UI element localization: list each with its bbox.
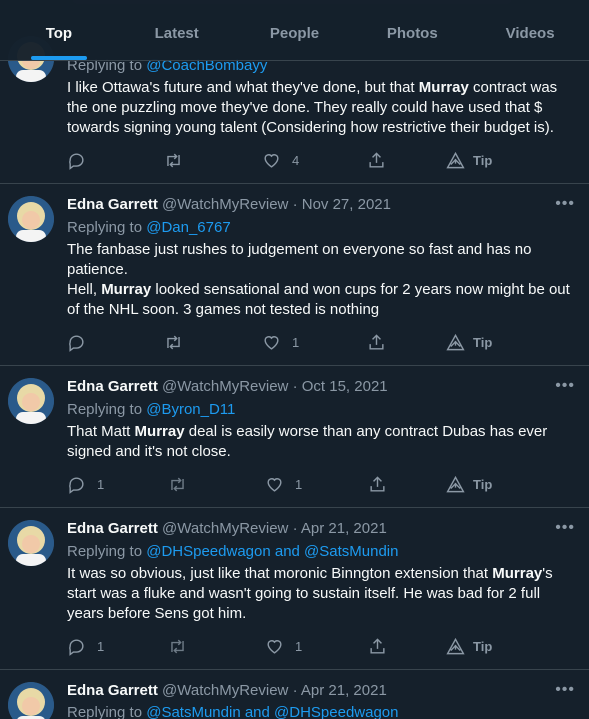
more-options-icon[interactable]: ••• — [555, 376, 575, 396]
tip-button[interactable]: Tip — [446, 474, 492, 494]
mention-link[interactable]: @Dan_6767 — [146, 219, 230, 236]
heart-icon — [264, 335, 279, 350]
tip-button[interactable]: Tip — [446, 636, 492, 656]
tab-people[interactable]: People — [236, 0, 354, 60]
author-name[interactable]: Edna Garrett — [67, 682, 158, 699]
heart-icon — [264, 153, 279, 168]
tweet-actions: 1 Tip — [67, 332, 507, 352]
tweet-actions: 4 Tip — [67, 150, 507, 170]
share-icon — [370, 475, 385, 492]
retweet-icon — [167, 335, 180, 349]
tweet-actions: 1 1 Tip — [67, 474, 507, 494]
tweet-header: Edna Garrett @WatchMyReview · Oct 15, 20… — [67, 378, 388, 395]
author-name[interactable]: Edna Garrett — [67, 520, 158, 537]
share-button[interactable] — [367, 150, 386, 170]
tweet-date[interactable]: Apr 21, 2021 — [301, 520, 387, 537]
tab-videos[interactable]: Videos — [471, 0, 589, 60]
replying-to: Replying to @Dan_6767 — [67, 219, 231, 236]
share-button[interactable] — [367, 332, 386, 352]
tweet[interactable]: Edna Garrett @WatchMyReview · Nov 27, 20… — [0, 184, 589, 366]
retweet-button[interactable] — [164, 150, 183, 170]
tweet-header: Edna Garrett @WatchMyReview · Nov 27, 20… — [67, 196, 391, 213]
tweet-date[interactable]: Apr 21, 2021 — [301, 682, 387, 699]
avatar[interactable] — [8, 378, 54, 424]
tip-button[interactable]: Tip — [446, 332, 492, 352]
author-handle[interactable]: @WatchMyReview — [162, 682, 288, 699]
like-button[interactable]: 1 — [265, 474, 302, 494]
like-button[interactable]: 1 — [262, 332, 299, 352]
share-icon — [369, 151, 384, 168]
author-handle[interactable]: @WatchMyReview — [162, 520, 288, 537]
tweet-header: Edna Garrett @WatchMyReview · Apr 21, 20… — [67, 520, 387, 537]
active-tab-indicator — [30, 56, 87, 60]
avatar[interactable] — [8, 520, 54, 566]
retweet-button[interactable] — [164, 332, 183, 352]
tip-icon — [446, 637, 465, 654]
tweet-text: It was so obvious, just like that moroni… — [67, 565, 553, 622]
tab-latest[interactable]: Latest — [118, 0, 236, 60]
more-options-icon[interactable]: ••• — [555, 518, 575, 538]
share-icon — [370, 637, 385, 654]
retweet-button[interactable] — [168, 474, 187, 494]
reply-button[interactable] — [67, 332, 97, 352]
mention-link[interactable]: @DHSpeedwagon and @SatsMundin — [146, 543, 398, 560]
reply-icon — [69, 638, 84, 656]
tab-top[interactable]: Top — [0, 0, 118, 60]
reply-button[interactable] — [67, 150, 97, 170]
heart-icon — [267, 639, 282, 654]
tip-button[interactable]: Tip — [446, 150, 492, 170]
reply-icon — [69, 476, 84, 494]
mention-link[interactable]: @SatsMundin and @DHSpeedwagon — [146, 704, 398, 719]
search-tabs: Top Latest People Photos Videos — [0, 0, 589, 61]
reply-icon — [69, 334, 84, 352]
retweet-icon — [171, 477, 184, 491]
tweet-header: Edna Garrett @WatchMyReview · Apr 21, 20… — [67, 682, 387, 699]
avatar[interactable] — [8, 682, 54, 719]
share-button[interactable] — [368, 636, 387, 656]
retweet-button[interactable] — [168, 636, 187, 656]
heart-icon — [267, 477, 282, 492]
more-options-icon[interactable]: ••• — [555, 680, 575, 700]
tweet-text: That Matt Murray deal is easily worse th… — [67, 423, 548, 460]
reply-button[interactable]: 1 — [67, 636, 104, 656]
like-button[interactable]: 4 — [262, 150, 299, 170]
tip-icon — [446, 475, 465, 492]
replying-to: Replying to @Byron_D11 — [67, 401, 236, 418]
tweet[interactable]: Edna Garrett @WatchMyReview · Apr 21, 20… — [0, 508, 589, 670]
tweet-actions: 1 1 Tip — [67, 636, 507, 656]
tweet-date[interactable]: Nov 27, 2021 — [302, 196, 391, 213]
author-handle[interactable]: @WatchMyReview — [162, 378, 288, 395]
like-button[interactable]: 1 — [265, 636, 302, 656]
tab-photos[interactable]: Photos — [353, 0, 471, 60]
tweet-text: I like Ottawa's future and what they've … — [67, 79, 558, 136]
tweet-date[interactable]: Oct 15, 2021 — [302, 378, 388, 395]
tip-icon — [446, 151, 465, 168]
tweet[interactable]: Edna Garrett @WatchMyReview · Oct 15, 20… — [0, 366, 589, 508]
tip-icon — [446, 333, 465, 350]
avatar[interactable] — [8, 196, 54, 242]
replying-to: Replying to @SatsMundin and @DHSpeedwago… — [67, 704, 399, 719]
tweet[interactable]: Edna Garrett @WatchMyReview · Apr 21, 20… — [0, 670, 589, 719]
tweet-text: Hell, Murray looked sensational and won … — [67, 281, 570, 318]
author-handle[interactable]: @WatchMyReview — [162, 196, 288, 213]
reply-icon — [69, 152, 84, 170]
author-name[interactable]: Edna Garrett — [67, 196, 158, 213]
reply-button[interactable]: 1 — [67, 474, 104, 494]
retweet-icon — [167, 153, 180, 167]
author-name[interactable]: Edna Garrett — [67, 378, 158, 395]
share-icon — [369, 333, 384, 350]
mention-link[interactable]: @Byron_D11 — [146, 401, 235, 418]
tweet-text: The fanbase just rushes to judgement on … — [67, 241, 532, 278]
more-options-icon[interactable]: ••• — [555, 194, 575, 214]
share-button[interactable] — [368, 474, 387, 494]
replying-to: Replying to @DHSpeedwagon and @SatsMundi… — [67, 543, 399, 560]
retweet-icon — [171, 639, 184, 653]
